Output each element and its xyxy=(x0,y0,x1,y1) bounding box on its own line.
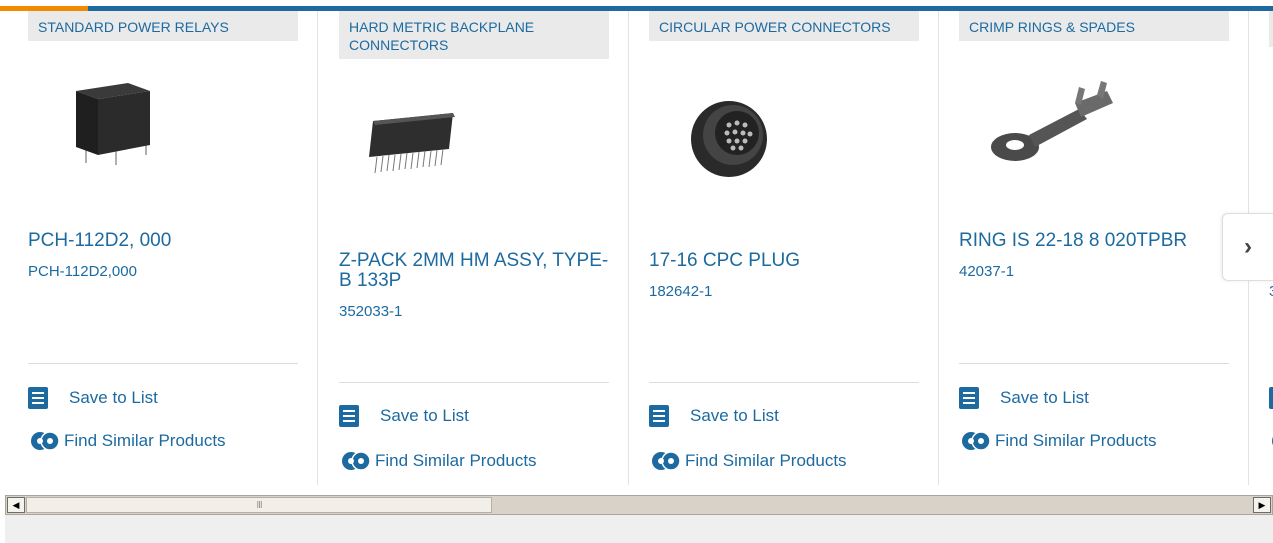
carousel-next-button[interactable]: › xyxy=(1222,213,1273,281)
similar-gears-icon xyxy=(339,449,373,473)
chevron-right-icon: › xyxy=(1244,233,1252,260)
product-carousel: STANDARD POWER RELAYS PCH-112D2, 000 PCH… xyxy=(0,11,1273,493)
product-card: CRIMP RINGS & SPADES RING IS 22-18 8 020… xyxy=(959,11,1249,485)
card-divider xyxy=(339,382,609,383)
arrow-right-icon: ▶ xyxy=(1258,499,1266,510)
find-similar-label: Find Similar Products xyxy=(375,451,537,470)
find-similar-label: Find Similar Products xyxy=(64,431,226,450)
arrow-left-icon: ◀ xyxy=(12,499,20,510)
scroll-right-arrow[interactable]: ▶ xyxy=(1253,497,1271,513)
power-relay-image[interactable] xyxy=(66,77,156,167)
category-label[interactable]: STANDARD POWER RELAYS xyxy=(28,11,298,41)
product-name[interactable]: Z-PACK 2MM HM ASSY, TYPE-B 133P xyxy=(339,251,609,291)
find-similar-button[interactable] xyxy=(1269,429,1273,453)
similar-gears-icon xyxy=(649,449,683,473)
bottom-panel xyxy=(5,515,1273,543)
save-to-list-label: Save to List xyxy=(69,388,158,407)
find-similar-button[interactable]: Find Similar Products xyxy=(649,449,847,473)
checklist-icon xyxy=(28,387,48,409)
save-to-list-label: Save to List xyxy=(690,406,779,425)
ring-terminal-image[interactable] xyxy=(989,73,1129,173)
scroll-left-arrow[interactable]: ◀ xyxy=(7,497,25,513)
part-number[interactable]: 3 xyxy=(1269,283,1273,300)
find-similar-button[interactable]: Find Similar Products xyxy=(339,449,537,473)
horizontal-scrollbar[interactable]: ◀ III ▶ xyxy=(5,495,1273,515)
save-to-list-button[interactable]: Save to List xyxy=(28,387,158,409)
part-number[interactable]: 352033-1 xyxy=(339,303,402,320)
checklist-icon xyxy=(649,405,669,427)
save-to-list-button[interactable]: Save to List xyxy=(339,405,469,427)
category-label[interactable]: CIRCULAR POWER CONNECTORS xyxy=(649,11,919,41)
find-similar-label: Find Similar Products xyxy=(995,431,1157,450)
checklist-icon xyxy=(959,387,979,409)
similar-gears-icon xyxy=(1269,429,1273,453)
scrollbar-thumb[interactable]: III xyxy=(26,497,492,513)
similar-gears-icon xyxy=(28,429,62,453)
find-similar-label: Find Similar Products xyxy=(685,451,847,470)
grip-icon: III xyxy=(256,499,262,511)
product-name[interactable]: RING IS 22-18 8 020TPBR xyxy=(959,231,1229,251)
category-label[interactable]: CRIMP RINGS & SPADES xyxy=(959,11,1229,41)
product-name[interactable]: 17-16 CPC PLUG xyxy=(649,251,919,271)
checklist-icon xyxy=(1269,387,1273,409)
similar-gears-icon xyxy=(959,429,993,453)
save-to-list-button[interactable]: Save to List xyxy=(649,405,779,427)
backplane-connector-image[interactable] xyxy=(363,91,463,181)
save-to-list-label: Save to List xyxy=(1000,388,1089,407)
save-to-list-button[interactable]: Save to List xyxy=(959,387,1089,409)
product-card: CIRCULAR POWER CONNECTORS 17-16 CPC PLUG… xyxy=(649,11,939,485)
checklist-icon xyxy=(339,405,359,427)
part-number[interactable]: 182642-1 xyxy=(649,283,712,300)
product-name[interactable]: PCH-112D2, 000 xyxy=(28,231,298,251)
product-card: STANDARD POWER RELAYS PCH-112D2, 000 PCH… xyxy=(28,11,318,485)
find-similar-button[interactable]: Find Similar Products xyxy=(28,429,226,453)
card-divider xyxy=(649,382,919,383)
save-to-list-label: Save to List xyxy=(380,406,469,425)
category-label[interactable]: HARD METRIC BACKPLANE CONNECTORS xyxy=(339,11,609,59)
find-similar-button[interactable]: Find Similar Products xyxy=(959,429,1157,453)
part-number[interactable]: PCH-112D2,000 xyxy=(28,263,137,280)
card-divider xyxy=(28,363,298,364)
card-divider xyxy=(959,363,1229,364)
circular-connector-image[interactable] xyxy=(685,93,775,183)
product-card: HARD METRIC BACKPLANE CONNECTORS Z-PACK … xyxy=(339,11,629,485)
part-number[interactable]: 42037-1 xyxy=(959,263,1014,280)
category-label[interactable] xyxy=(1269,11,1273,47)
save-to-list-button[interactable] xyxy=(1269,387,1273,409)
